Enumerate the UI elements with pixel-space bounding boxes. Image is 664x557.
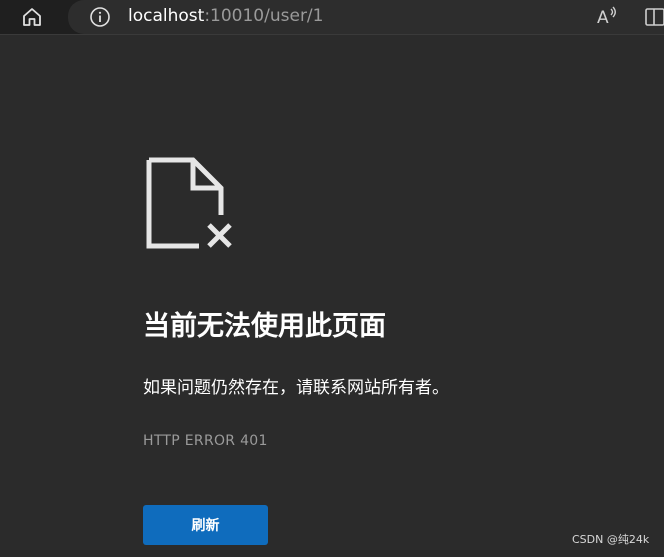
url-text[interactable]: localhost:10010/user/1 xyxy=(128,6,323,26)
url-host: localhost xyxy=(128,6,205,26)
refresh-button[interactable]: 刷新 xyxy=(143,505,268,545)
browser-toolbar: localhost:10010/user/1 A xyxy=(0,0,664,35)
error-message: 如果问题仍然存在，请联系网站所有者。 xyxy=(143,378,449,398)
read-aloud-icon[interactable]: A xyxy=(594,4,618,28)
watermark: CSDN @纯24k xyxy=(572,533,650,546)
info-icon[interactable] xyxy=(88,5,112,29)
url-path: :10010/user/1 xyxy=(204,6,324,26)
home-button[interactable] xyxy=(14,3,50,31)
home-icon xyxy=(23,8,41,26)
split-screen-icon[interactable] xyxy=(644,5,664,29)
page-title: 当前无法使用此页面 xyxy=(143,311,386,342)
broken-document-icon xyxy=(146,157,232,249)
error-page: 当前无法使用此页面 如果问题仍然存在，请联系网站所有者。 HTTP ERROR … xyxy=(0,35,664,557)
read-aloud-letter: A xyxy=(597,8,609,28)
error-code: HTTP ERROR 401 xyxy=(143,433,268,449)
address-bar[interactable]: localhost:10010/user/1 xyxy=(68,0,664,34)
